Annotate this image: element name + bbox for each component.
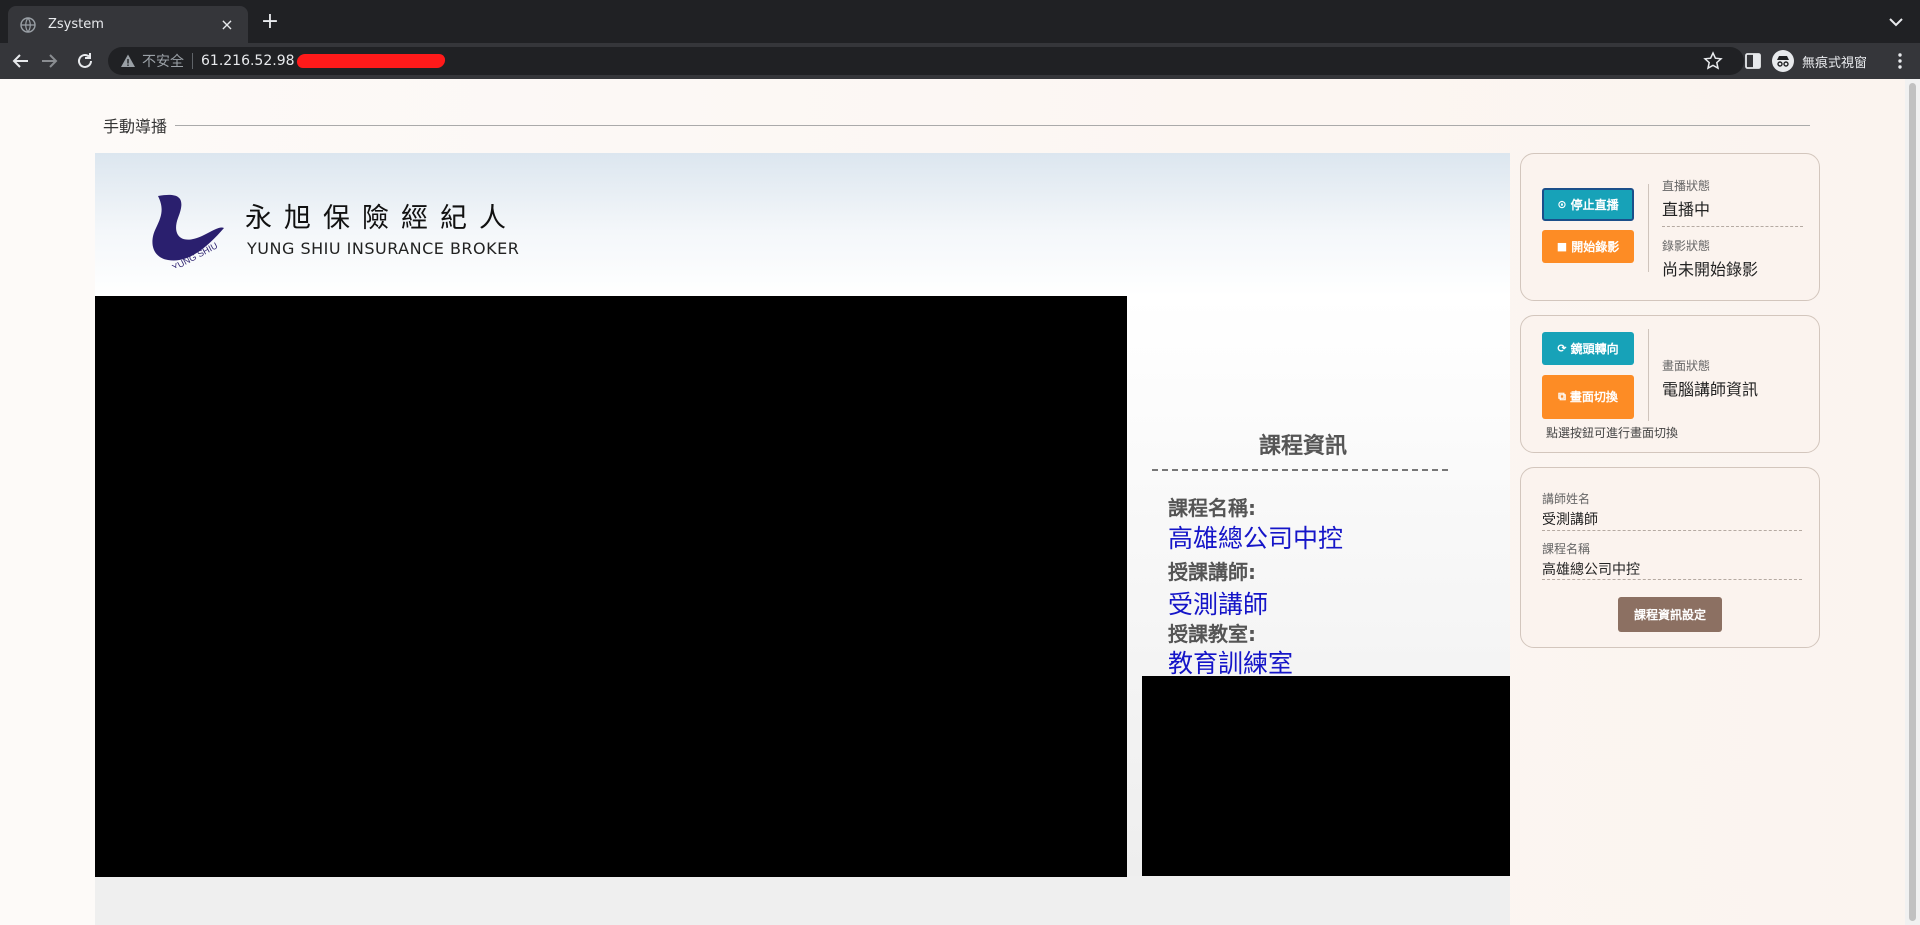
- page-scrollbar[interactable]: [1905, 79, 1920, 925]
- status-dash: [1662, 226, 1803, 227]
- forward-arrow-icon[interactable]: [38, 50, 60, 72]
- scrollbar-thumb[interactable]: [1909, 83, 1916, 921]
- insecure-label: 不安全: [142, 54, 184, 70]
- section-rule: [175, 124, 1810, 126]
- new-tab-button[interactable]: +: [258, 11, 282, 35]
- video-camera-icon: ■: [1556, 239, 1568, 253]
- switch-view-button[interactable]: ⧉ 畫面切換: [1542, 375, 1634, 419]
- classroom-label: 授課教室:: [1168, 622, 1256, 646]
- teacher-name-value: 受測講師: [1542, 512, 1598, 528]
- brand-name-cn: 永旭保險經紀人: [245, 203, 518, 234]
- main-video-view: [95, 296, 1127, 877]
- bookmark-star-icon[interactable]: [1703, 51, 1723, 71]
- back-arrow-icon[interactable]: [10, 50, 32, 72]
- record-status-label: 錄影狀態: [1662, 239, 1711, 253]
- brand-name-en: YUNG SHIU INSURANCE BROKER: [247, 239, 520, 258]
- teacher-value: 受測講師: [1168, 590, 1269, 619]
- teacher-name-label: 講師姓名: [1542, 492, 1591, 506]
- redaction-mark: [295, 54, 446, 68]
- start-record-label: 開始錄影: [1571, 239, 1620, 254]
- warning-icon: [121, 54, 135, 67]
- browser-tabstrip: Zsystem × +: [0, 0, 1920, 43]
- yungshiu-logo-icon: YUNG SHIU: [152, 194, 224, 268]
- browser-tab[interactable]: Zsystem ×: [8, 6, 248, 43]
- tab-close-icon[interactable]: ×: [218, 15, 236, 34]
- more-menu-icon[interactable]: [1890, 51, 1910, 71]
- switch-window-icon: ⧉: [1558, 390, 1566, 403]
- view-status-label: 畫面狀態: [1662, 359, 1711, 373]
- view-divider: [1648, 329, 1649, 421]
- course-name-field-value: 高雄總公司中控: [1542, 562, 1640, 578]
- side-panel-icon[interactable]: [1744, 52, 1762, 70]
- view-status-value: 電腦講師資訊: [1662, 380, 1759, 399]
- view-control-card: ⟳ 鏡頭轉向 ⧉ 畫面切換 畫面狀態 電腦講師資訊 點選按鈕可進行畫面切換: [1520, 315, 1820, 453]
- flip-camera-button[interactable]: ⟳ 鏡頭轉向: [1542, 332, 1634, 365]
- live-status-value: 直播中: [1662, 200, 1711, 219]
- chevron-down-icon[interactable]: [1886, 12, 1906, 32]
- globe-icon: [20, 16, 36, 33]
- tab-title: Zsystem: [48, 17, 104, 32]
- course-name-label: 課程名稱:: [1168, 496, 1256, 520]
- reload-icon[interactable]: [74, 50, 96, 72]
- course-info-card: 講師姓名 受測講師 課程名稱 高雄總公司中控 課程資訊設定: [1520, 467, 1820, 648]
- incognito-label: 無痕式視窗: [1802, 55, 1868, 71]
- url-text: 61.216.52.98: [201, 53, 295, 69]
- browser-toolbar: 不安全 61.216.52.98 無痕式視窗: [0, 43, 1920, 79]
- broadcast-stage: YUNG SHIU 永旭保險經紀人 YUNG SHIU INSURANCE BR…: [95, 153, 1510, 925]
- field-line: [1542, 530, 1802, 531]
- omnibox-separator: [192, 53, 193, 69]
- stop-circle-icon: ⊙: [1557, 197, 1567, 211]
- page-content: 手動導播 YUNG SHIU 永旭保險經紀人 YUNG SHIU INSURAN…: [0, 79, 1920, 925]
- section-header: 手動導播: [103, 113, 1810, 137]
- flip-camera-label: 鏡頭轉向: [1570, 341, 1619, 356]
- switch-view-label: 畫面切換: [1569, 390, 1618, 404]
- course-name-field-label: 課程名稱: [1542, 542, 1591, 556]
- incognito-indicator[interactable]: 無痕式視窗: [1772, 49, 1867, 73]
- refresh-icon: ⟳: [1557, 341, 1567, 355]
- field-line: [1542, 579, 1802, 580]
- address-bar[interactable]: 不安全 61.216.52.98: [108, 47, 1744, 75]
- course-name-value: 高雄總公司中控: [1168, 524, 1344, 553]
- stop-live-label: 停止直播: [1570, 197, 1619, 212]
- stop-live-button[interactable]: ⊙ 停止直播: [1542, 188, 1634, 221]
- view-hint: 點選按鈕可進行畫面切換: [1546, 426, 1679, 440]
- course-settings-button[interactable]: 課程資訊設定: [1618, 597, 1722, 632]
- start-record-button[interactable]: ■ 開始錄影: [1542, 230, 1634, 263]
- broadcast-control-card: ⊙ 停止直播 ■ 開始錄影 直播狀態 直播中 錄影狀態 尚未開始錄影: [1520, 153, 1820, 301]
- live-status-label: 直播狀態: [1662, 179, 1711, 193]
- sub-video-view: [1142, 676, 1510, 876]
- record-status-value: 尚未開始錄影: [1662, 260, 1759, 279]
- classroom-value: 教育訓練室: [1168, 649, 1294, 678]
- course-info-divider: [1152, 469, 1448, 471]
- brand-banner: YUNG SHIU 永旭保險經紀人 YUNG SHIU INSURANCE BR…: [95, 153, 1510, 296]
- incognito-icon: [1772, 50, 1794, 72]
- status-divider: [1648, 184, 1649, 272]
- teacher-label: 授課講師:: [1168, 560, 1256, 584]
- course-info-title: 課程資訊: [1259, 434, 1348, 459]
- section-legend: 手動導播: [103, 117, 168, 136]
